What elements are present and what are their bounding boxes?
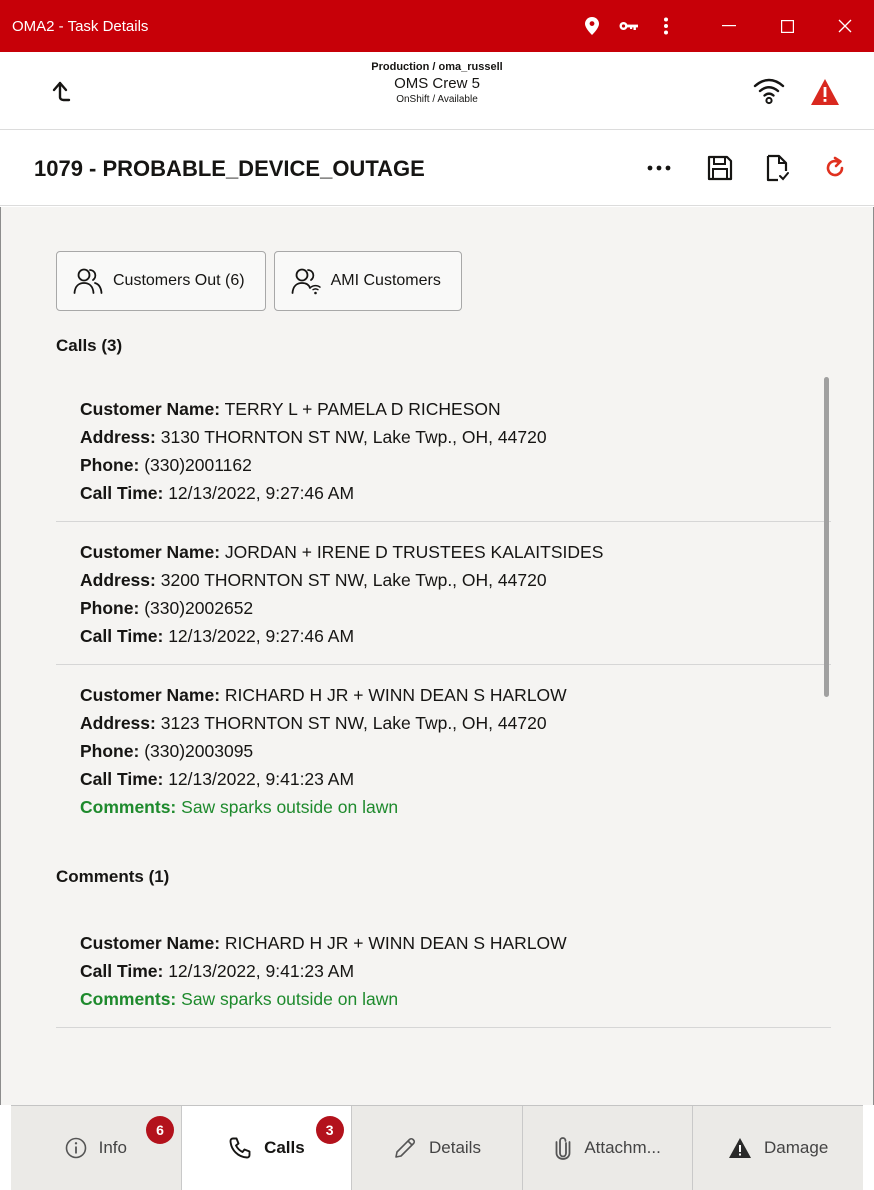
tab-info-label: Info — [98, 1138, 127, 1157]
location-icon[interactable] — [573, 0, 610, 52]
comments-list: Customer Name: RICHARD H JR + WINN DEAN … — [56, 913, 831, 1028]
pencil-icon — [395, 1137, 416, 1158]
call-time-label: Call Time: — [80, 961, 164, 981]
customer-name-label: Customer Name: — [80, 933, 221, 953]
call-time: 12/13/2022, 9:41:23 AM — [168, 961, 355, 981]
address-label: Address: — [80, 713, 156, 733]
warning-icon[interactable] — [810, 78, 840, 106]
call-card[interactable]: Customer Name: JORDAN + IRENE D TRUSTEES… — [56, 522, 831, 665]
task-header: 1079 - PROBABLE_DEVICE_OUTAGE — [0, 130, 874, 206]
save-icon[interactable] — [703, 150, 737, 186]
comments-label: Comments: — [80, 989, 177, 1009]
customers-out-button[interactable]: Customers Out (6) — [56, 251, 266, 311]
context-info: Production / oma_russell OMS Crew 5 OnSh… — [0, 60, 874, 106]
tab-damage-label: Damage — [764, 1138, 829, 1157]
tab-details[interactable]: Details — [352, 1106, 523, 1190]
phone-label: Phone: — [80, 598, 140, 618]
customer-name-label: Customer Name: — [80, 399, 221, 419]
more-horizontal-icon[interactable] — [642, 150, 676, 186]
comment-card[interactable]: Customer Name: RICHARD H JR + WINN DEAN … — [56, 913, 831, 1028]
customer-name-label: Customer Name: — [80, 542, 221, 562]
more-vertical-icon[interactable] — [647, 0, 684, 52]
address-label: Address: — [80, 570, 156, 590]
tab-calls-label: Calls — [264, 1138, 305, 1157]
calls-scrollbar[interactable] — [824, 377, 829, 697]
call-card[interactable]: Customer Name: TERRY L + PAMELA D RICHES… — [56, 379, 831, 522]
app-header: Production / oma_russell OMS Crew 5 OnSh… — [0, 52, 874, 130]
call-time: 12/13/2022, 9:41:23 AM — [168, 769, 355, 789]
info-badge: 6 — [146, 1116, 174, 1144]
info-icon — [65, 1137, 86, 1159]
tab-damage[interactable]: Damage — [693, 1106, 863, 1190]
tab-attachments[interactable]: Attachm... — [523, 1106, 694, 1190]
task-title: 1079 - PROBABLE_DEVICE_OUTAGE — [34, 156, 425, 181]
address: 3130 THORNTON ST NW, Lake Twp., OH, 4472… — [160, 427, 547, 447]
crew-label: OMS Crew 5 — [394, 75, 480, 92]
address: 3123 THORNTON ST NW, Lake Twp., OH, 4472… — [160, 713, 547, 733]
phone-label: Phone: — [80, 741, 140, 761]
address-label: Address: — [80, 427, 156, 447]
phone-icon — [229, 1137, 251, 1159]
crew-status: OnShift / Available — [396, 94, 478, 105]
customer-name: TERRY L + PAMELA D RICHESON — [224, 399, 501, 419]
wifi-icon[interactable] — [752, 76, 786, 106]
call-time-label: Call Time: — [80, 626, 164, 646]
customer-name: JORDAN + IRENE D TRUSTEES KALAITSIDES — [224, 542, 604, 562]
ami-customers-button[interactable]: AMI Customers — [273, 251, 462, 311]
tab-attachments-label: Attachm... — [584, 1138, 661, 1157]
minimize-icon[interactable] — [700, 0, 758, 52]
window-title-bar: OMA2 - Task Details — [0, 0, 874, 52]
phone-label: Phone: — [80, 455, 140, 475]
ami-users-icon — [291, 268, 321, 295]
maximize-icon[interactable] — [758, 0, 816, 52]
window-title: OMA2 - Task Details — [12, 17, 149, 35]
refresh-icon[interactable] — [818, 150, 852, 186]
phone: (330)2002652 — [144, 598, 254, 618]
paperclip-icon — [555, 1137, 571, 1160]
customer-name: RICHARD H JR + WINN DEAN S HARLOW — [224, 933, 567, 953]
customer-name-label: Customer Name: — [80, 685, 221, 705]
key-icon[interactable] — [610, 0, 647, 52]
calls-heading: Calls (3) — [56, 336, 123, 355]
comment-text: Saw sparks outside on lawn — [181, 989, 399, 1009]
close-icon[interactable] — [816, 0, 874, 52]
environment-label: Production / oma_russell — [371, 61, 503, 73]
tab-details-label: Details — [429, 1138, 481, 1157]
comments-heading: Comments (1) — [56, 867, 170, 886]
calls-badge: 3 — [315, 1116, 344, 1144]
customers-out-label: Customers Out (6) — [113, 272, 245, 289]
ami-customers-label: AMI Customers — [330, 272, 441, 289]
customer-name: RICHARD H JR + WINN DEAN S HARLOW — [224, 685, 567, 705]
users-icon — [73, 268, 103, 294]
bottom-tab-bar: Info 6 Calls 3 Details Attachm... Damage — [11, 1105, 863, 1190]
comments-label: Comments: — [80, 797, 177, 817]
tab-calls[interactable]: Calls 3 — [181, 1106, 353, 1190]
call-time: 12/13/2022, 9:27:46 AM — [168, 483, 355, 503]
phone: (330)2003095 — [144, 741, 254, 761]
call-card[interactable]: Customer Name: RICHARD H JR + WINN DEAN … — [56, 665, 831, 835]
phone: (330)2001162 — [144, 455, 252, 475]
document-check-icon[interactable] — [760, 150, 794, 186]
tab-info[interactable]: Info 6 — [11, 1106, 182, 1190]
warning-icon — [729, 1138, 752, 1158]
call-time-label: Call Time: — [80, 483, 164, 503]
calls-panel: Customers Out (6) AMI Customers Calls (3… — [0, 207, 874, 1105]
call-time: 12/13/2022, 9:27:46 AM — [168, 626, 355, 646]
comment-text: Saw sparks outside on lawn — [181, 797, 399, 817]
calls-list[interactable]: Customer Name: TERRY L + PAMELA D RICHES… — [56, 379, 831, 841]
call-time-label: Call Time: — [80, 769, 164, 789]
address: 3200 THORNTON ST NW, Lake Twp., OH, 4472… — [160, 570, 547, 590]
